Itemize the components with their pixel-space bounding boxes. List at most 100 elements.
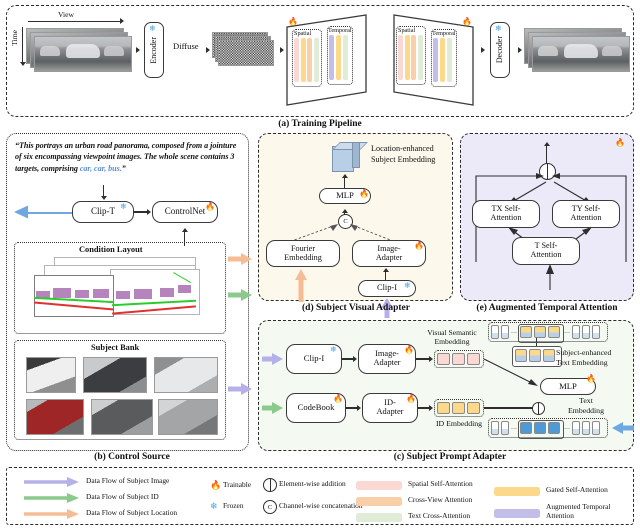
panel-d-clip-i-frozen-icon: ❄	[404, 281, 411, 290]
legend-flow-arrow-3	[24, 509, 79, 519]
input-frame-car-shape-2	[40, 46, 60, 56]
unet-left-temporal-bar-3	[343, 35, 348, 80]
subject-bank-title: Subject Bank	[91, 343, 140, 352]
unet-left-temporal-bar-2	[336, 35, 341, 80]
unet-right-spatial-label: Spatial	[398, 27, 416, 34]
decoder-frozen-icon: ❄	[495, 24, 502, 33]
imageadapter-to-vse-arrowhead	[429, 356, 433, 362]
unet-right-temporal-label: Temporal	[432, 30, 456, 37]
sete-ellipsis-left: …	[511, 329, 517, 335]
te-token-b3	[592, 421, 600, 435]
te-token-h3	[548, 422, 560, 434]
sete-token-b1	[572, 325, 580, 339]
te-ellipsis-left: …	[511, 425, 517, 431]
layout-box-p6	[134, 289, 152, 299]
clipt-to-controlnet-line	[134, 211, 148, 213]
panel-d-mlp-trainable-icon: 🔥	[359, 189, 369, 198]
subject-image-4[interactable]	[26, 399, 84, 435]
panel-c-image-adapter-trainable-icon: 🔥	[404, 345, 414, 354]
panel-d-clipi-to-adapter-line	[385, 272, 387, 280]
panel-a-caption: (a) Training Pipeline	[278, 119, 362, 129]
condition-layout-graphic	[20, 255, 220, 329]
unet-left-spatial-label: Spatial	[294, 30, 312, 37]
t-self-attention-node[interactable]: T Self- Attention	[512, 237, 580, 265]
prompt-text-end: ”	[121, 163, 126, 173]
legend-snowflake-icon: ❄	[210, 501, 218, 511]
subject-image-2[interactable]	[83, 357, 147, 393]
tx-self-attention-node[interactable]: TX Self- Attention	[472, 200, 540, 228]
unet-left-spatial-bar-4	[313, 38, 319, 82]
layout-to-controlnet-arrowhead	[181, 228, 188, 232]
vse-token-2	[452, 353, 465, 365]
legend-plus-circle-icon	[263, 478, 277, 492]
visual-semantic-embedding-label: Visual Semantic Embedding	[420, 328, 484, 346]
legend-swatch-temporal	[494, 509, 540, 518]
layout-box-p7	[160, 288, 174, 297]
sete-token-h1	[520, 326, 532, 338]
condition-layout-title: Condition Layout	[79, 245, 143, 254]
panel-c-mlp-label: MLP	[559, 380, 577, 391]
subject-image-6[interactable]	[158, 399, 218, 435]
panel-e-caption: (e) Augmented Temporal Attention	[476, 303, 618, 313]
te-token-h2	[534, 422, 546, 434]
sete-token-h3	[548, 326, 560, 338]
te-ellipsis-right: …	[564, 425, 570, 431]
unet-right-spatial-bar-1	[398, 35, 403, 80]
noise-front	[218, 40, 274, 66]
codebook-to-idadapter-arrowhead	[357, 405, 361, 411]
legend-addition-label: Element-wise addition	[279, 479, 346, 488]
subject-image-5[interactable]	[91, 399, 153, 435]
idadapter-to-idemb-arrowhead	[429, 405, 433, 411]
clipt-out-line	[28, 211, 72, 214]
subject-image-3[interactable]	[154, 357, 218, 393]
diffuse-label: Diffuse	[173, 41, 199, 51]
layout-box-p4	[93, 289, 109, 298]
decoder-label: Decoder	[494, 36, 504, 64]
subject-bank-grid	[26, 357, 218, 435]
view-axis-arrowhead	[120, 18, 124, 25]
panel-c-mlp-trainable-icon: 🔥	[586, 374, 596, 383]
panel-c-clip-i-label: Clip-I	[303, 353, 325, 364]
flow-arrow-id-out	[228, 289, 252, 301]
arrow-decoder-to-output	[518, 47, 522, 53]
concat-to-mlp-arrowhead	[341, 209, 348, 213]
fourier-embedding-node[interactable]: Fourier Embedding	[266, 240, 340, 267]
ses-token-1	[515, 349, 527, 362]
legend-swatch-label-textcross: Text Cross-Attention	[408, 511, 471, 520]
flow-arrow-location-out	[228, 253, 252, 265]
unet-right-temporal-bar-2	[440, 38, 445, 82]
controlnet-label: ControlNet	[164, 206, 206, 217]
ty-self-attention-label: TY Self- Attention	[570, 204, 602, 222]
subject-enhanced-text-embedding-label: Subject-enhanced Text Embedding	[556, 348, 636, 367]
legend-concat-label: Channel-wise concatenation	[279, 501, 363, 510]
clipt-to-controlnet-arrowhead	[147, 209, 151, 215]
te-token-h1	[520, 422, 532, 434]
legend-swatch-spatial	[356, 481, 402, 490]
legend-flow-label-2: Data Flow of Subject ID	[86, 492, 159, 501]
unet-right-spatial-bar-3	[411, 35, 416, 80]
encoder-frozen-icon: ❄	[149, 24, 156, 33]
subject-image-1[interactable]	[26, 357, 76, 393]
ses-token-2	[529, 349, 541, 362]
ses-token-3	[543, 349, 555, 362]
sete-ellipsis-right: …	[564, 329, 570, 335]
view-axis-line	[28, 21, 121, 23]
idemb-to-plus-line	[484, 407, 533, 409]
clip-t-frozen-icon: ❄	[120, 202, 127, 211]
flow-arrow-image-out	[228, 383, 252, 395]
legend-swatch-label-temporal: Augmented Temporal Attention	[546, 502, 611, 520]
sete-token-b2	[582, 325, 590, 339]
unet-left-spatial-bar-3	[307, 38, 312, 82]
sete-token-b3	[592, 325, 600, 339]
te-token-a2	[501, 421, 509, 435]
ty-self-attention-node[interactable]: TY Self- Attention	[552, 200, 620, 228]
prompt-to-clipt-arrowhead	[100, 196, 107, 200]
clipi-to-imageadapter-arrowhead	[353, 356, 357, 362]
input-frame-car-shape	[66, 44, 100, 58]
controlnet-trainable-icon: 🔥	[205, 202, 215, 211]
panel-e-residual-path	[475, 173, 627, 290]
panel-c-image-adapter-label: Image- Adapter	[373, 349, 401, 367]
prompt-text: “This portrays an urban road panorama, c…	[15, 140, 240, 174]
time-axis-arrowhead	[19, 62, 26, 66]
panel-b-caption: (b) Control Source	[94, 452, 170, 462]
